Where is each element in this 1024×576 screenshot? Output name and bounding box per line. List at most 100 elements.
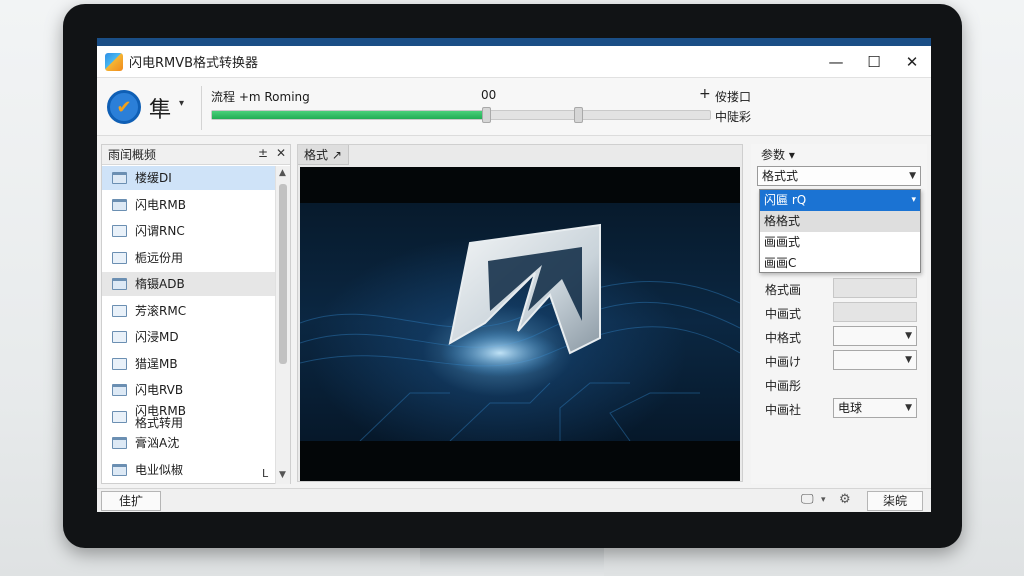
parameters-title[interactable]: 参数 ▾ <box>761 146 795 163</box>
toolbar: ✔ 隼 ▾ 流程 +m Roming 00 + 侒搂口 中陡彩 <box>97 78 931 136</box>
file-list-item-label: 闪电RVB <box>135 383 184 397</box>
file-list-item-label: 闪浸MD <box>135 330 179 344</box>
file-list-item[interactable]: 芳滚RMC <box>102 299 276 323</box>
window-controls: — ☐ ✕ <box>817 46 931 78</box>
file-icon <box>112 331 127 343</box>
convert-button[interactable]: 柒皖 <box>867 491 923 511</box>
preview-artwork <box>300 203 740 442</box>
format-option[interactable]: 画画式 <box>760 232 920 253</box>
slider-handle-start[interactable] <box>482 107 491 123</box>
folder-icon <box>112 437 127 449</box>
format-select[interactable]: 格式式 ▼ <box>757 166 921 186</box>
plus-icon[interactable]: + <box>699 86 711 102</box>
file-list-item[interactable]: 闪电RMB <box>102 193 276 217</box>
file-list-scrollbar[interactable]: ▲ ▼ <box>275 166 290 484</box>
file-panel-title: 雨闰概频 <box>108 148 157 162</box>
file-list-item-label: 电业似椒 <box>135 462 184 477</box>
file-list-item[interactable]: 栀远份用 <box>102 246 276 270</box>
file-list-item[interactable]: 猎逞MB <box>102 352 276 376</box>
file-list-item-label: 闪谓RNC <box>135 224 185 238</box>
chevron-down-icon: ▾ <box>911 195 916 205</box>
file-list-item-label: 闪电RMB 格式转用 <box>135 403 186 430</box>
title-bar: 闪电RMVB格式转换器 — ☐ ✕ <box>97 46 931 78</box>
file-list-item[interactable]: 闪电RVB <box>102 378 276 402</box>
parameter-label: 中格式 <box>765 331 802 345</box>
format-option[interactable]: 闪匾 rQ ▾ <box>760 190 920 211</box>
speed-badge-icon[interactable]: ✔ <box>107 90 141 124</box>
file-icon <box>112 357 127 370</box>
video-preview[interactable] <box>300 167 740 481</box>
chevron-down-icon: ▼ <box>905 403 912 413</box>
scroll-thumb[interactable] <box>279 184 287 364</box>
slider-handle-end[interactable] <box>574 107 583 123</box>
progress-value: 00 <box>481 88 497 102</box>
app-window: 闪电RMVB格式转换器 — ☐ ✕ ✔ 隼 ▾ 流程 +m Roming 00 … <box>97 46 931 512</box>
file-panel-header: 雨闰概频 ± ✕ <box>102 145 290 165</box>
parameter-select[interactable]: ▼ <box>833 350 917 370</box>
file-icon <box>112 410 127 423</box>
chevron-down-icon: ▼ <box>905 331 912 341</box>
file-list-item[interactable]: 闪浸MD <box>102 325 276 349</box>
scroll-up-icon[interactable]: ▲ <box>279 168 286 178</box>
format-option-label: 闪匾 rQ <box>764 193 807 207</box>
file-list-item-label: 栀远份用 <box>135 250 184 265</box>
check-icon: ✔ <box>116 96 132 118</box>
tool-menu-label[interactable]: 隼 <box>149 92 171 124</box>
file-list-item-label: 猎逞MB <box>135 356 178 371</box>
toolbar-option-1[interactable]: 侒搂口 <box>715 88 751 105</box>
file-icon <box>112 225 127 237</box>
format-dropdown-list: 闪匾 rQ ▾ 格格式画画式画画C <box>759 189 921 273</box>
preview-panel: 格式 ↗ <box>297 144 743 482</box>
chevron-down-icon[interactable]: ▾ <box>179 98 184 109</box>
resize-corner-icon: L <box>262 467 269 480</box>
app-logo-icon <box>105 52 123 71</box>
folder-icon <box>112 384 127 396</box>
monitor-stand <box>420 548 604 576</box>
file-browser-panel: 雨闰概频 ± ✕ 楼缓DI 闪电RMB 闪谓RNC 栀远份用楕镊ADB 芳滚RMC 闪浸M… <box>101 144 291 484</box>
file-list-item[interactable]: 电业似椒 <box>102 458 276 482</box>
chevron-down-icon[interactable]: ▾ <box>821 495 826 505</box>
close-panel-icon[interactable]: ✕ <box>276 146 286 160</box>
status-left-button[interactable]: 佳扩 <box>101 491 161 511</box>
file-list: 楼缓DI 闪电RMB 闪谓RNC 栀远份用楕镊ADB 芳滚RMC 闪浸MD 猎逞MB 闪电RV… <box>102 166 276 484</box>
preview-tab[interactable]: 格式 ↗ <box>298 145 349 165</box>
maximize-button[interactable]: ☐ <box>855 46 893 78</box>
settings-icon[interactable]: ⚙ <box>839 492 851 507</box>
format-option-label: 画画式 <box>764 235 801 249</box>
apple-logo-icon <box>503 517 519 533</box>
format-option[interactable]: 画画C <box>760 253 920 274</box>
progress-bar[interactable] <box>211 107 711 123</box>
file-list-item[interactable]: 闪电RMB 格式转用 <box>102 405 276 429</box>
file-icon <box>112 304 127 317</box>
parameter-select-value: 电球 <box>838 401 863 415</box>
file-list-item[interactable]: 膏汹A沈 <box>102 431 276 455</box>
close-button[interactable]: ✕ <box>893 46 931 78</box>
file-list-item[interactable]: 闪谓RNC <box>102 219 276 243</box>
file-list-item-label: 芳滚RMC <box>135 303 187 318</box>
parameter-label: 格式画 <box>765 283 802 297</box>
file-list-item[interactable]: 楕镊ADB <box>102 272 276 296</box>
chevron-down-icon: ▼ <box>905 355 912 365</box>
parameters-panel: 参数 ▾ 格式式 ▼ 闪匾 rQ ▾ 格格式画画式画画C 格式画中画式中格式 ▼ 中画け… <box>751 144 927 484</box>
toolbar-divider <box>201 86 202 130</box>
monitor-icon[interactable]: 🖵 <box>801 492 814 507</box>
folder-icon <box>112 463 127 476</box>
parameter-field[interactable] <box>833 278 917 298</box>
parameter-select[interactable]: ▼ <box>833 326 917 346</box>
parameter-select[interactable]: 电球 ▼ <box>833 398 917 418</box>
sort-icon[interactable]: ± <box>258 146 268 160</box>
toolbar-option-2[interactable]: 中陡彩 <box>715 108 751 125</box>
lightning-logo-icon <box>300 223 740 442</box>
status-bar: 佳扩 🖵 ▾ ⚙ 柒皖 <box>97 488 931 512</box>
parameter-label: 中画式 <box>765 307 802 321</box>
parameter-label: 中画け <box>765 355 802 369</box>
format-option[interactable]: 格格式 <box>760 211 920 232</box>
progress-label: 流程 +m Roming <box>211 90 310 104</box>
scroll-down-icon[interactable]: ▼ <box>279 470 286 480</box>
file-icon <box>112 251 127 264</box>
file-list-item[interactable]: 楼缓DI <box>102 166 276 190</box>
folder-icon <box>112 198 127 211</box>
window-title: 闪电RMVB格式转换器 <box>129 56 259 71</box>
parameter-field[interactable] <box>833 302 917 322</box>
minimize-button[interactable]: — <box>817 46 855 78</box>
